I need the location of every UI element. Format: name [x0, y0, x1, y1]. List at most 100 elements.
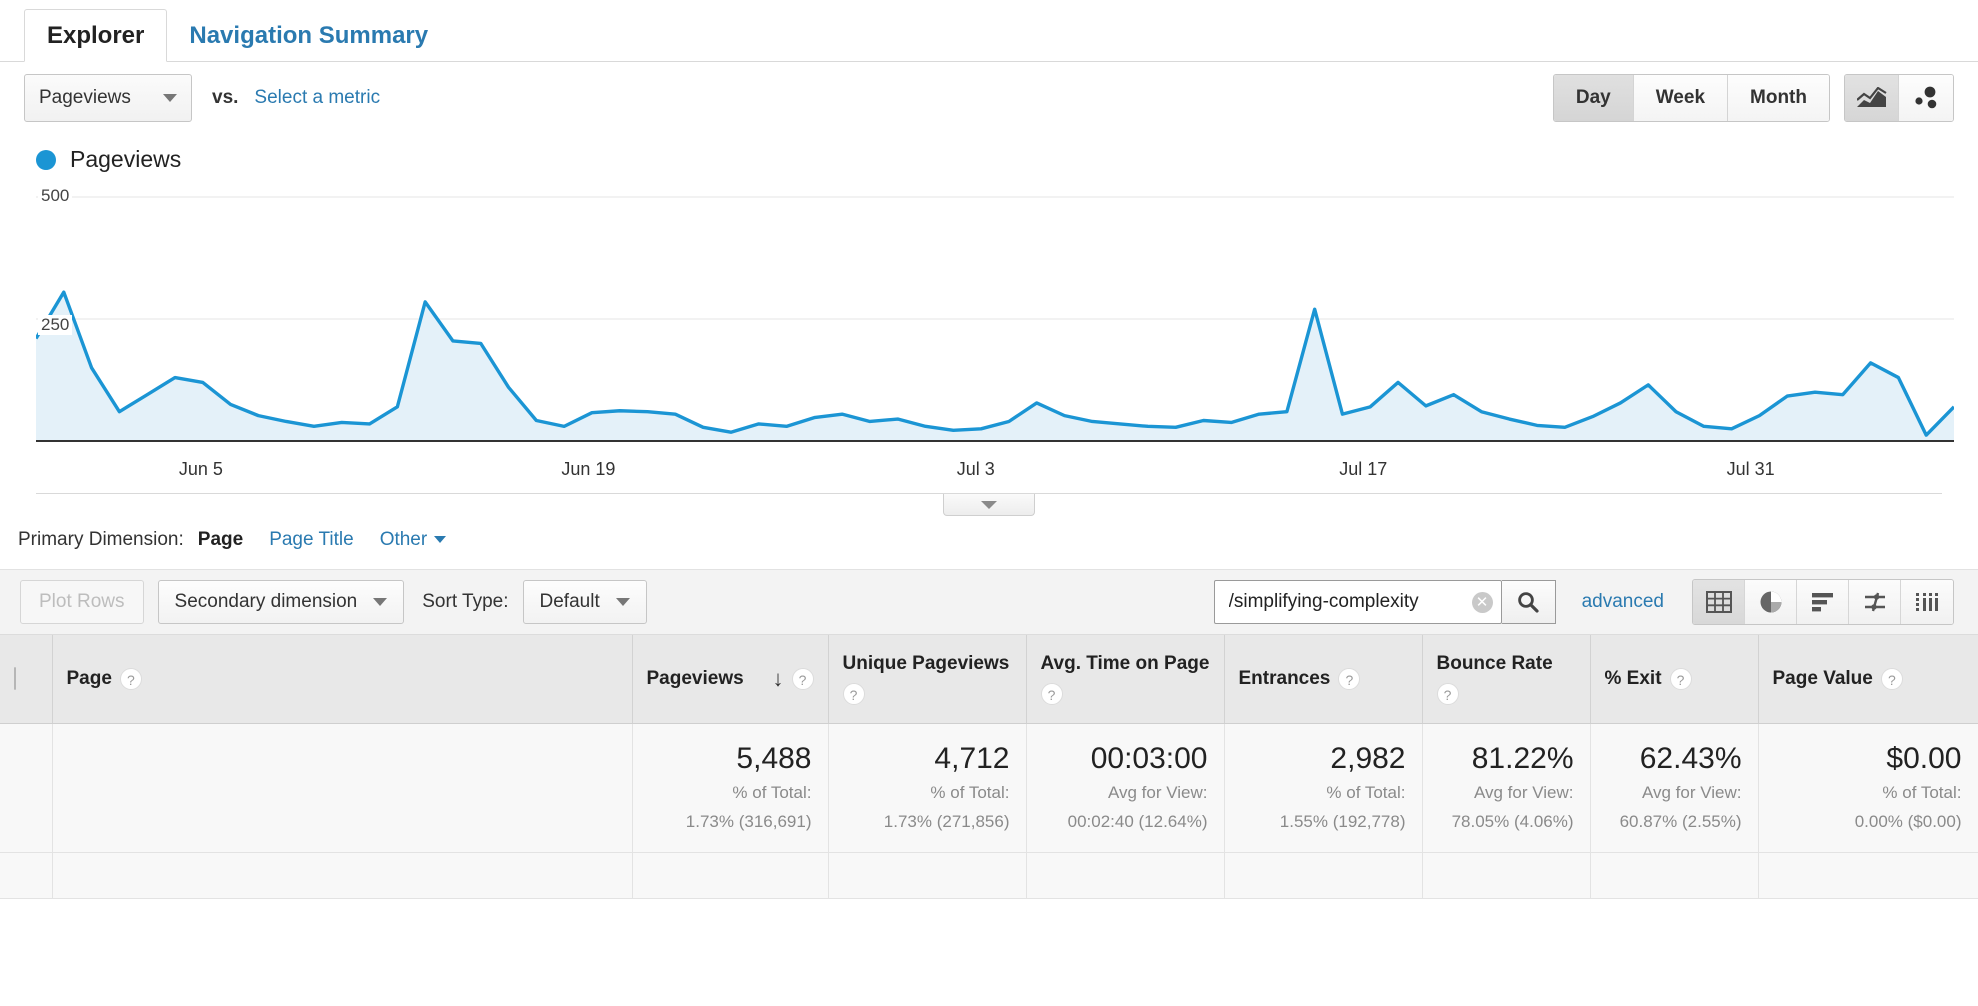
- summary-meta-label-bounce-rate: Avg for View:: [1473, 783, 1574, 802]
- bar-view-icon[interactable]: [1797, 580, 1849, 624]
- chevron-down-icon: [163, 94, 177, 102]
- search-button[interactable]: [1501, 580, 1556, 624]
- granularity-month[interactable]: Month: [1728, 75, 1829, 121]
- help-icon[interactable]: ?: [1338, 667, 1361, 690]
- line-chart-glyph: [1856, 87, 1887, 107]
- help-icon[interactable]: ?: [791, 667, 814, 690]
- summary-value-unique-pageviews: 4,712: [934, 741, 1010, 775]
- y-axis-label-500: 500: [38, 186, 73, 206]
- summary-meta-value-percent-exit: 60.87% (2.55%): [1619, 811, 1742, 831]
- select-a-metric-link[interactable]: Select a metric: [254, 87, 380, 109]
- metric-select[interactable]: Pageviews: [24, 74, 192, 122]
- column-header-page-value[interactable]: Page Value ?: [1758, 635, 1978, 724]
- table-view-icon[interactable]: [1693, 580, 1745, 624]
- summary-meta-value-avg-time-on-page: 00:02:40 (12.64%): [1067, 811, 1208, 831]
- x-axis-tick-label: Jul 3: [956, 459, 995, 479]
- summary-value-page-value: $0.00: [1886, 741, 1962, 775]
- vs-label: vs.: [212, 87, 239, 108]
- advanced-link[interactable]: advanced: [1582, 591, 1664, 613]
- summary-meta-value-page-value: 0.00% ($0.00): [1854, 811, 1962, 831]
- x-axis-tick-label: Jun 5: [178, 459, 223, 479]
- granularity-day[interactable]: Day: [1553, 75, 1634, 121]
- help-icon[interactable]: ?: [1880, 667, 1903, 690]
- summary-value-bounce-rate: 81.22%: [1471, 741, 1574, 775]
- tab-bar: Explorer Navigation Summary: [0, 0, 1978, 62]
- column-label-pageviews: Pageviews: [646, 667, 744, 689]
- summary-cell-percent-exit: 62.43% Avg for View: 60.87% (2.55%): [1590, 723, 1759, 853]
- help-icon[interactable]: ?: [1436, 682, 1459, 705]
- help-icon[interactable]: ?: [842, 682, 865, 705]
- row-cell-avg-time-on-page: [1026, 852, 1225, 899]
- row-page-cell: [52, 852, 633, 899]
- help-icon[interactable]: ?: [1040, 682, 1063, 705]
- table-row[interactable]: [0, 852, 1978, 899]
- column-header-entrances[interactable]: Entrances ?: [1224, 635, 1423, 724]
- column-header-avg-time-on-page[interactable]: Avg. Time on Page ?: [1026, 635, 1225, 724]
- chevron-down-icon: [373, 598, 388, 606]
- primary-dimension-row: Primary Dimension: Page Page Title Other: [0, 507, 1978, 569]
- search-input[interactable]: [1226, 590, 1472, 614]
- comparison-view-glyph: [1864, 592, 1885, 612]
- help-icon[interactable]: ?: [119, 667, 142, 690]
- line-chart-icon[interactable]: [1845, 75, 1899, 121]
- row-cell-unique-pageviews: [828, 852, 1027, 899]
- summary-cell-page-value: $0.00 % of Total: 0.00% ($0.00): [1758, 723, 1978, 853]
- summary-value-avg-time-on-page: 00:03:00: [1090, 741, 1208, 775]
- column-label-percent-exit: % Exit: [1604, 667, 1662, 689]
- sort-type-select[interactable]: Default: [522, 580, 647, 624]
- clear-search-icon[interactable]: ✕: [1471, 591, 1493, 613]
- select-all-header: [0, 635, 53, 724]
- primary-dimension-label: Primary Dimension:: [18, 529, 184, 550]
- tab-navigation-summary[interactable]: Navigation Summary: [167, 24, 450, 61]
- x-axis-tick-label: Jun 19: [561, 459, 616, 479]
- pie-view-glyph: [1760, 591, 1781, 613]
- chevron-down-icon: [615, 598, 630, 606]
- column-header-pageviews[interactable]: Pageviews ↓ ?: [632, 635, 829, 724]
- primary-dimension-page-title[interactable]: Page Title: [269, 529, 354, 551]
- row-cell-percent-exit: [1590, 852, 1759, 899]
- column-label-page: Page: [66, 667, 112, 689]
- sort-type-value: Default: [539, 591, 600, 612]
- chart-collapse-handle[interactable]: [943, 494, 1035, 516]
- y-axis-label-250: 250: [38, 315, 73, 335]
- search-area: ✕ advanced: [1213, 579, 1954, 625]
- summary-value-entrances: 2,982: [1330, 741, 1406, 775]
- legend-label: Pageviews: [70, 146, 182, 172]
- x-axis-tick-label: Jul 31: [1726, 459, 1775, 479]
- pageviews-chart[interactable]: 500 250: [36, 183, 1954, 453]
- summary-cell-pageviews: 5,488 % of Total: 1.73% (316,691): [632, 723, 829, 853]
- pivot-view-icon[interactable]: [1901, 580, 1953, 624]
- search-box[interactable]: ✕: [1213, 580, 1502, 624]
- primary-dimension-page[interactable]: Page: [198, 529, 243, 551]
- help-icon[interactable]: ?: [1669, 667, 1692, 690]
- chart-range-slider[interactable]: [36, 493, 1942, 516]
- search-icon: [1518, 592, 1539, 613]
- column-header-bounce-rate[interactable]: Bounce Rate ?: [1422, 635, 1591, 724]
- summary-meta-value-entrances: 1.55% (192,778): [1279, 811, 1406, 831]
- tab-explorer[interactable]: Explorer: [24, 9, 168, 62]
- table-header-row: Page ? Pageviews ↓ ? Unique Pageviews ?: [0, 635, 1978, 724]
- primary-dimension-other[interactable]: Other: [380, 529, 447, 551]
- secondary-dimension-select[interactable]: Secondary dimension: [157, 580, 405, 624]
- motion-chart-icon[interactable]: [1899, 75, 1953, 121]
- pivot-view-glyph: [1916, 593, 1938, 611]
- summary-meta-label-avg-time-on-page: Avg for View:: [1107, 783, 1208, 802]
- column-label-unique-pageviews: Unique Pageviews: [842, 652, 1010, 674]
- summary-meta-value-bounce-rate: 78.05% (4.06%): [1451, 811, 1574, 831]
- legend-color-dot: [36, 149, 56, 170]
- sort-descending-icon: ↓: [772, 665, 784, 691]
- x-axis-tick-label: Jul 17: [1339, 459, 1388, 479]
- granularity-week[interactable]: Week: [1633, 75, 1729, 121]
- column-header-percent-exit[interactable]: % Exit ?: [1590, 635, 1759, 724]
- row-cell-page-value: [1758, 852, 1978, 899]
- column-header-unique-pageviews[interactable]: Unique Pageviews ?: [828, 635, 1027, 724]
- pie-view-icon[interactable]: [1745, 580, 1797, 624]
- select-all-checkbox[interactable]: [14, 666, 16, 690]
- comparison-view-icon[interactable]: [1849, 580, 1901, 624]
- summary-meta-label-percent-exit: Avg for View:: [1641, 783, 1742, 802]
- plot-rows-button[interactable]: Plot Rows: [20, 580, 144, 624]
- summary-page-cell: [52, 723, 633, 853]
- column-label-page-value: Page Value: [1772, 667, 1873, 689]
- column-header-page[interactable]: Page ?: [52, 635, 633, 724]
- summary-meta-value-pageviews: 1.73% (316,691): [685, 811, 812, 831]
